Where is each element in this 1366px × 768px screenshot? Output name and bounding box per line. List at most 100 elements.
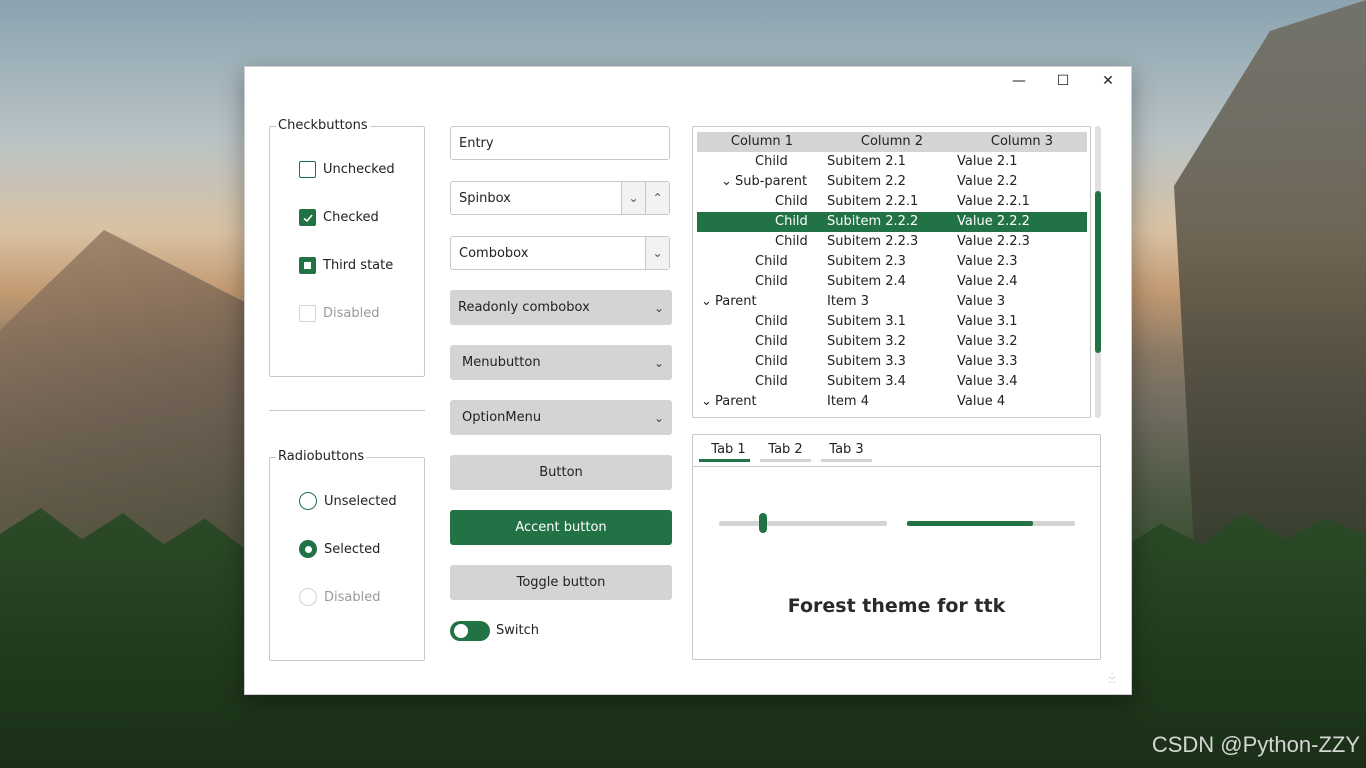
expander-chevron-icon[interactable]: ⌄ [721,172,732,192]
tree-row[interactable]: Child Subitem 3.3 Value 3.3 [697,352,1087,372]
notebook: Tab 1 Tab 2 Tab 3 Forest theme for ttk [692,434,1101,660]
column-header-1[interactable]: Column 1 [697,132,827,152]
entry-value: Entry [459,135,494,151]
tree-cell-1: Child [697,332,827,352]
tab-1[interactable]: Tab 1 [707,442,750,457]
spinbox-up-button[interactable]: ⌃ [645,182,669,214]
radio-disabled-icon [299,588,317,606]
tree-row[interactable]: Child Subitem 3.4 Value 3.4 [697,372,1087,392]
tree-cell-2: Subitem 2.2.2 [827,214,919,229]
tab-3-indicator [821,459,872,462]
accent-button[interactable]: Accent button [450,510,672,545]
checkbutton-label: Third state [323,258,394,273]
tree-cell-text: Child [755,254,788,269]
column-header-3[interactable]: Column 3 [957,132,1087,152]
entry-field[interactable]: Entry [450,126,670,160]
tab-2[interactable]: Tab 2 [760,442,811,457]
optionmenu[interactable]: OptionMenu ⌄ [450,400,672,435]
tree-cell-3: Value 3.4 [957,374,1018,389]
tree-cell-1: Child [697,312,827,332]
radiobutton-label: Unselected [324,493,397,509]
tree-row[interactable]: Child Subitem 2.4 Value 2.4 [697,272,1087,292]
tree-row[interactable]: Child Subitem 3.2 Value 3.2 [697,332,1087,352]
tree-cell-3: Value 3.3 [957,354,1018,369]
tree-cell-1: Child [697,192,827,212]
menubutton[interactable]: Menubutton ⌄ [450,345,672,380]
separator [269,410,425,411]
tree-cell-3: Value 2.2.1 [957,194,1030,209]
radiobutton-selected[interactable]: Selected [299,540,380,558]
watermark: CSDN @Python-ZZY [1151,732,1360,757]
tree-cell-3: Value 2.2.3 [957,234,1030,249]
expander-chevron-icon[interactable]: ⌄ [701,292,712,312]
tree-cell-text: Child [775,194,808,209]
tree-cell-3: Value 3.1 [957,314,1018,329]
switch-toggle[interactable] [450,621,490,641]
expander-chevron-icon[interactable]: ⌄ [701,392,712,412]
tree-row[interactable]: ⌄ Parent Item 3 Value 3 [697,292,1087,312]
tree-cell-text: Child [775,234,808,249]
checkbuttons-group: Checkbuttons Unchecked Checked Third sta… [269,118,425,377]
combobox[interactable]: Combobox ⌄ [450,236,670,270]
radio-selected-icon [299,540,317,558]
chevron-down-icon[interactable]: ⌄ [645,237,669,269]
resize-grip-icon[interactable]: ∴ ∴ [1109,672,1123,688]
checkbutton-checked[interactable]: Checked [299,209,379,226]
checkbox-checked-icon [299,209,316,226]
tree-cell-1: Child [697,352,827,372]
checkbutton-unchecked[interactable]: Unchecked [299,161,395,178]
tree-cell-text: Child [755,314,788,329]
tree-cell-text: Sub-parent [735,174,808,189]
tree-cell-2: Subitem 2.1 [827,154,906,169]
tree-cell-2: Subitem 2.2.1 [827,194,919,209]
tree-row[interactable]: Child Subitem 3.1 Value 3.1 [697,312,1087,332]
maximize-button[interactable]: ☐ [1041,67,1085,95]
toggle-button[interactable]: Toggle button [450,565,672,600]
readonly-combobox[interactable]: Readonly combobox ⌄ [450,290,672,325]
spinbox[interactable]: Spinbox ⌄ ⌃ [450,181,670,215]
tree-row[interactable]: Child Subitem 2.2.2 Value 2.2.2 [697,212,1087,232]
treeview-header: Column 1 Column 2 Column 3 [697,132,1087,152]
radiobutton-label: Disabled [324,589,381,605]
checkbutton-label: Checked [323,210,379,225]
button[interactable]: Button [450,455,672,490]
scale-track[interactable] [719,521,887,526]
minimize-button[interactable]: — [997,67,1041,95]
spinbox-down-button[interactable]: ⌄ [621,182,645,214]
tree-row[interactable]: Child Subitem 2.2.3 Value 2.2.3 [697,232,1087,252]
tree-cell-text: Child [755,374,788,389]
tree-row[interactable]: Child Subitem 2.1 Value 2.1 [697,152,1087,172]
tree-cell-3: Value 3 [957,294,1006,309]
tree-cell-1: Child [697,272,827,292]
tree-row[interactable]: ⌄ Parent Item 4 Value 4 [697,392,1087,412]
tab-3[interactable]: Tab 3 [821,442,872,457]
tree-cell-3: Value 2.2.2 [957,214,1030,229]
tree-row[interactable]: ⌄ Sub-parent Subitem 2.2 Value 2.2 [697,172,1087,192]
readonly-combobox-value: Readonly combobox [458,300,590,315]
tree-cell-1: ⌄ Parent [697,392,827,412]
checkbutton-label: Unchecked [323,162,395,177]
column-header-2[interactable]: Column 2 [827,132,957,152]
close-button[interactable]: ✕ [1086,67,1130,95]
tree-row[interactable]: Child Subitem 2.3 Value 2.3 [697,252,1087,272]
tree-cell-text: Child [755,354,788,369]
radio-unselected-icon [299,492,317,510]
checkbutton-third-state[interactable]: Third state [299,257,393,274]
treeview[interactable]: Column 1 Column 2 Column 3 Child Subitem … [692,126,1091,418]
checkbutton-label: Disabled [323,306,380,321]
treeview-scrollbar-thumb[interactable] [1095,191,1101,353]
tree-row[interactable]: Child Subitem 2.2.1 Value 2.2.1 [697,192,1087,212]
switch-knob [454,624,468,638]
tree-cell-2: Subitem 2.2 [827,174,906,189]
optionmenu-label: OptionMenu [462,410,542,425]
switch-label: Switch [496,623,539,638]
tree-cell-1: ⌄ Parent [697,292,827,312]
radiobutton-unselected[interactable]: Unselected [299,492,397,510]
tab-1-indicator [699,459,750,462]
scale-thumb[interactable] [758,513,767,533]
checkbox-unchecked-icon [299,161,316,178]
tree-cell-2: Subitem 2.2.3 [827,234,919,249]
theme-title-label: Forest theme for ttk [787,595,1006,617]
tree-cell-3: Value 2.3 [957,254,1018,269]
tree-cell-2: Subitem 3.1 [827,314,906,329]
